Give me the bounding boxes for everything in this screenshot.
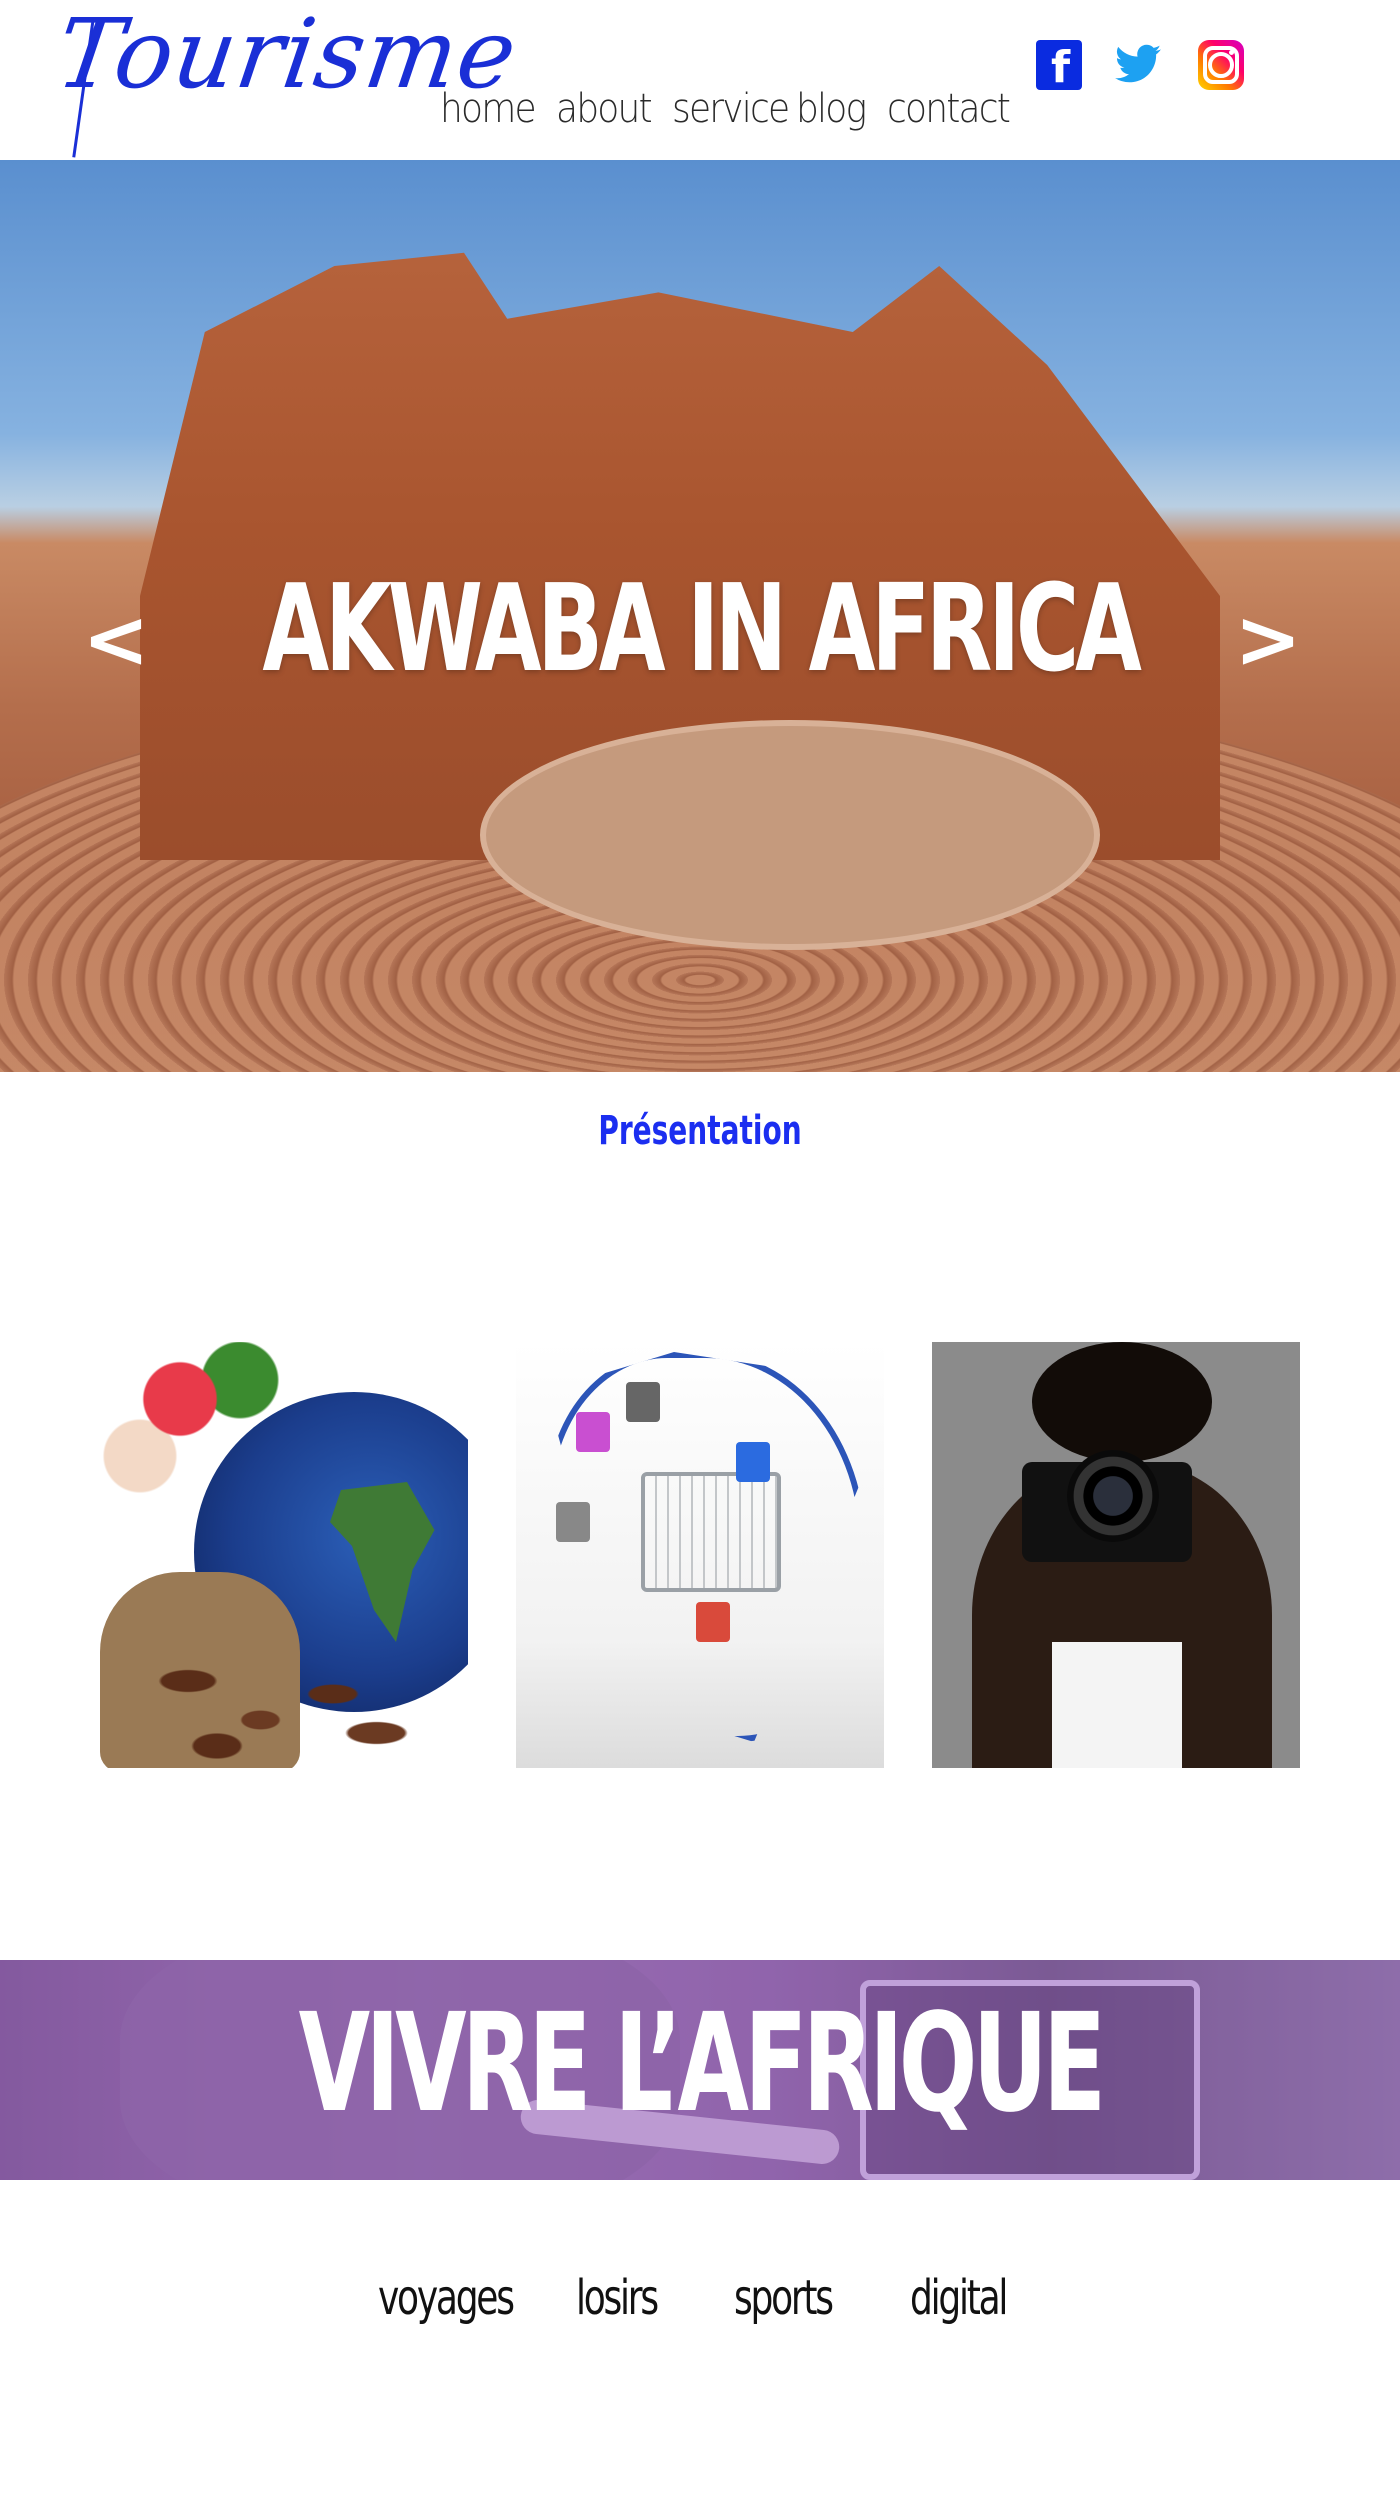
gadget-icon <box>736 1442 770 1482</box>
category-voyages[interactable]: voyages <box>378 2270 515 2326</box>
category-nav: voyages losirs sports digital <box>0 2270 1400 2350</box>
twitter-bird-glyph <box>1115 44 1161 83</box>
gadget-icon <box>696 1602 730 1642</box>
nav-service[interactable]: service <box>672 86 790 132</box>
card-photographer[interactable] <box>932 1342 1300 1768</box>
hero-title: AKWABA IN AFRICA <box>262 560 1141 699</box>
slider-prev-icon[interactable]: < <box>76 600 156 680</box>
vivre-afrique-banner: VIVRE L’AFRIQUE <box>0 1960 1400 2180</box>
site-header: Tourisme home about service blog contact… <box>0 0 1400 160</box>
slider-next-icon[interactable]: > <box>1228 600 1308 680</box>
card-africa-shopping[interactable] <box>516 1342 884 1768</box>
banner-title: VIVRE L’AFRIQUE <box>298 1985 1107 2143</box>
cocoa-beans-image <box>130 1642 420 1768</box>
gadget-icon <box>626 1382 660 1422</box>
nav-about[interactable]: about <box>556 86 653 132</box>
nav-home[interactable]: home <box>440 86 537 132</box>
gadget-icon <box>556 1502 590 1542</box>
nav-blog[interactable]: blog <box>796 86 867 132</box>
nav-contact[interactable]: contact <box>887 86 1011 132</box>
category-losirs[interactable]: losirs <box>576 2270 659 2326</box>
gadget-icon <box>576 1412 610 1452</box>
presentation-heading: Présentation <box>598 1108 802 1154</box>
photographer-hair <box>1032 1342 1212 1462</box>
arena-floor <box>480 720 1100 950</box>
card-cocoa-globe[interactable] <box>100 1342 468 1768</box>
hero-slider: AKWABA IN AFRICA < > <box>0 160 1400 1072</box>
instagram-icon[interactable] <box>1198 40 1244 90</box>
twitter-icon[interactable] <box>1112 40 1161 90</box>
white-shirt <box>1052 1642 1182 1768</box>
category-digital[interactable]: digital <box>910 2270 1008 2326</box>
facebook-icon[interactable]: f <box>1036 40 1082 93</box>
category-sports[interactable]: sports <box>734 2270 834 2326</box>
shopping-cart-icon <box>641 1472 781 1592</box>
camera-lens <box>1067 1450 1159 1542</box>
